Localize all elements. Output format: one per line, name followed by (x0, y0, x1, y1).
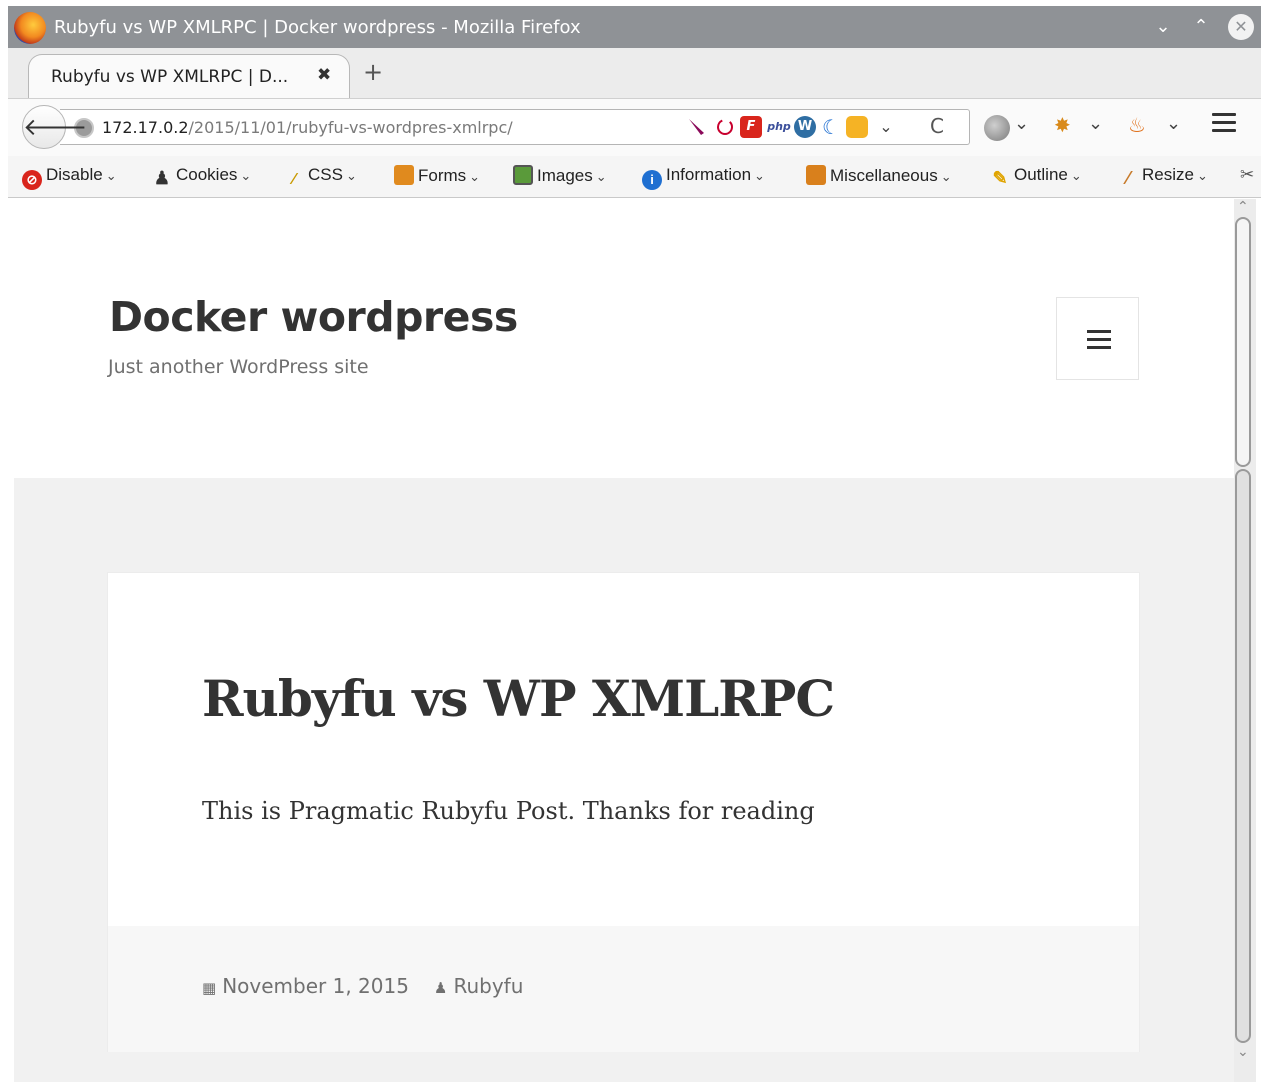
menu-icon[interactable] (1212, 113, 1236, 137)
scroll-down-arrow-icon[interactable]: ⌄ (1237, 1045, 1249, 1059)
bug-icon[interactable]: ✸ (1054, 113, 1071, 137)
firebug-f-icon[interactable]: F (740, 116, 762, 138)
tab-active[interactable]: Rubyfu vs WP XMLRPC | D... ✖ (28, 54, 350, 98)
globe-menu-icon[interactable] (984, 115, 1010, 141)
url-host: 172.17.0.2 (102, 118, 189, 137)
bug-dropdown-icon[interactable]: ⌄ (1088, 113, 1103, 134)
author-icon: ♟ (434, 979, 448, 997)
toolbar-css-menu[interactable]: ⁄ CSS ⌄ (284, 165, 357, 189)
toolbar-item-label: Cookies (176, 165, 238, 184)
post-author-link[interactable]: ♟ Rubyfu (434, 974, 523, 998)
toolbar-item-label: CSS (308, 165, 343, 184)
php-icon[interactable]: php (766, 116, 792, 138)
minimize-button[interactable]: ⌄ (1150, 14, 1176, 40)
toolbar-disable-menu[interactable]: ⊘ Disable ⌄ (22, 165, 117, 190)
moon-icon[interactable]: ☾ (820, 116, 842, 138)
toolbar-resize-menu[interactable]: ⁄ Resize ⌄ (1118, 165, 1208, 189)
debian-swirl-icon[interactable] (714, 116, 736, 138)
toolbar-images-menu[interactable]: Images ⌄ (513, 165, 607, 189)
maximize-button[interactable]: ⌃ (1188, 14, 1214, 40)
chevron-down-icon: ⌄ (240, 168, 252, 183)
toolbar-item-label: Information (666, 165, 752, 184)
chevron-down-icon: ⌄ (595, 169, 607, 184)
firefox-logo-icon (14, 12, 46, 44)
menu-toggle-button[interactable] (1056, 297, 1139, 380)
toolbar-tools-icon[interactable]: ✂ (1240, 165, 1254, 189)
resize-icon: ⁄ (1126, 168, 1130, 188)
post-author: Rubyfu (453, 974, 524, 998)
miscellaneous-icon (806, 165, 826, 185)
scroll-up-arrow-icon[interactable]: ⌃ (1237, 199, 1249, 215)
web-developer-toolbar: ⊘ Disable ⌄ ♟ Cookies ⌄ ⁄ CSS ⌄ Forms ⌄ Images ⌄… (8, 156, 1261, 198)
reload-button[interactable]: C (930, 114, 944, 138)
menu-icon-bar (1087, 346, 1111, 349)
vertical-scrollbar[interactable]: ⌃ ⌄ (1234, 199, 1256, 1082)
globe-dropdown-icon[interactable]: ⌄ (1014, 113, 1029, 134)
post-date: November 1, 2015 (222, 974, 409, 998)
toolbar-item-label: Forms (418, 166, 467, 185)
post-article: Rubyfu vs WP XMLRPC This is Pragmatic Ru… (107, 572, 1140, 1052)
post-date-link[interactable]: ▦ November 1, 2015 (202, 974, 409, 998)
post-footer: ▦ November 1, 2015 ♟ Rubyfu (108, 926, 1139, 1052)
navigation-toolbar: 172.17.0.2/2015/11/01/rubyfu-vs-wordpres… (8, 98, 1261, 156)
gecko-dropdown-icon[interactable]: ⌄ (1166, 113, 1181, 134)
chevron-down-icon: ⌄ (345, 168, 357, 183)
window-title: Rubyfu vs WP XMLRPC | Docker wordpress -… (54, 17, 581, 38)
toolbar-forms-menu[interactable]: Forms ⌄ (394, 165, 480, 189)
menu-icon-bar (1087, 330, 1111, 333)
calendar-icon: ▦ (202, 979, 217, 997)
chevron-down-icon: ⌄ (105, 168, 117, 183)
url-dropdown-icon[interactable]: ⌄ (875, 116, 897, 138)
chevron-down-icon: ⌄ (940, 169, 952, 184)
url-bar[interactable]: 172.17.0.2/2015/11/01/rubyfu-vs-wordpres… (60, 109, 970, 145)
gecko-icon[interactable]: ♨ (1128, 113, 1146, 137)
window-title-bar: Rubyfu vs WP XMLRPC | Docker wordpress -… (8, 6, 1261, 48)
toolbar-information-menu[interactable]: i Information ⌄ (642, 165, 765, 190)
site-header: Docker wordpress Just another WordPress … (14, 199, 1234, 478)
site-title-link[interactable]: Docker wordpress (109, 293, 518, 341)
toolbar-item-label: Disable (46, 165, 103, 184)
tab-strip: Rubyfu vs WP XMLRPC | D... ✖ + (8, 48, 1261, 98)
cube-icon[interactable] (846, 116, 868, 138)
information-icon: i (642, 170, 662, 190)
menu-icon-bar (1087, 338, 1111, 341)
toolbar-item-label: Resize (1142, 165, 1194, 184)
toolbar-miscellaneous-menu[interactable]: Miscellaneous ⌄ (806, 165, 952, 189)
outline-pencil-icon: ✎ (992, 168, 1008, 188)
close-window-button[interactable]: ✕ (1228, 14, 1254, 40)
chevron-down-icon: ⌄ (1070, 168, 1082, 183)
toolbar-item-label: Images (537, 166, 593, 185)
images-icon (513, 165, 533, 185)
scrollbar-track[interactable] (1235, 469, 1251, 1043)
toolbar-cookies-menu[interactable]: ♟ Cookies ⌄ (152, 165, 251, 189)
feather-icon[interactable] (686, 116, 708, 138)
forms-clipboard-icon (394, 165, 414, 185)
post-body: This is Pragmatic Rubyfu Post. Thanks fo… (202, 797, 815, 825)
chevron-down-icon: ⌄ (1196, 168, 1208, 183)
chevron-down-icon: ⌄ (469, 169, 481, 184)
back-button[interactable]: 🡐 (22, 105, 87, 149)
toolbar-item-label: Outline (1014, 165, 1068, 184)
tab-label: Rubyfu vs WP XMLRPC | D... (51, 67, 289, 87)
tab-close-icon[interactable]: ✖ (317, 65, 331, 85)
chevron-down-icon: ⌄ (754, 168, 765, 183)
toolbar-outline-menu[interactable]: ✎ Outline ⌄ (990, 165, 1082, 189)
site-description: Just another WordPress site (108, 356, 369, 378)
url-path: /2015/11/01/rubyfu-vs-wordpres-xmlrpc/ (188, 118, 513, 137)
post-title[interactable]: Rubyfu vs WP XMLRPC (202, 669, 835, 728)
new-tab-button[interactable]: + (363, 60, 383, 84)
disable-icon: ⊘ (22, 170, 42, 190)
toolbar-item-label: Miscellaneous (830, 166, 938, 185)
scrollbar-thumb[interactable] (1235, 217, 1251, 467)
wordpress-icon[interactable]: W (794, 116, 816, 138)
cookies-icon: ♟ (153, 168, 171, 188)
page-viewport: Docker wordpress Just another WordPress … (14, 199, 1234, 1082)
css-wand-icon: ⁄ (292, 171, 296, 188)
url-text[interactable]: 172.17.0.2/2015/11/01/rubyfu-vs-wordpres… (102, 118, 513, 137)
